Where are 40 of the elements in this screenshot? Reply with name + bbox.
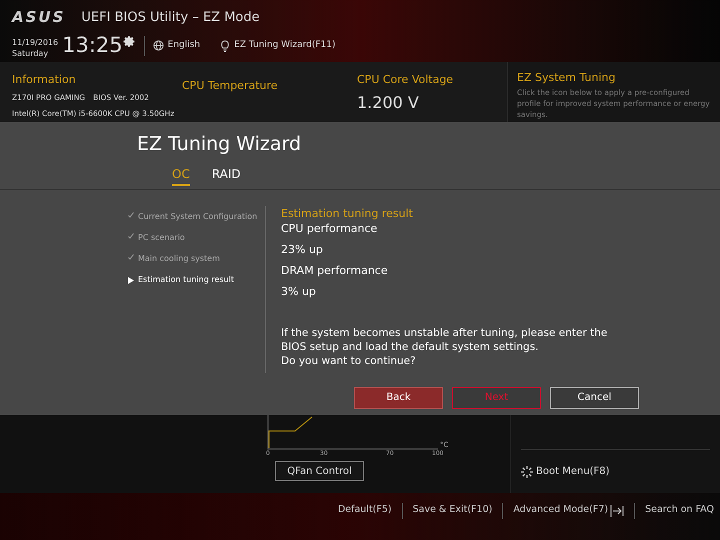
- step-label: Main cooling system: [138, 253, 220, 265]
- footer-link[interactable]: Default(F5): [338, 503, 392, 518]
- tuning-wizard-link[interactable]: EZ Tuning Wizard(F11): [234, 38, 336, 52]
- warning-text: If the system becomes unstable after tuning, please enter the: [281, 326, 608, 340]
- section-title: EZ System Tuning: [517, 70, 617, 86]
- result-text: 3% up: [281, 285, 317, 299]
- dialog-button[interactable]: Back: [354, 386, 443, 408]
- warning-text: BIOS setup and load the default system settings.: [281, 340, 540, 354]
- spinner-icon: [521, 466, 533, 478]
- result-text: 23% up: [281, 243, 324, 257]
- footer-link[interactable]: Search on FAQ: [645, 503, 714, 518]
- day-text: Saturday: [12, 48, 50, 58]
- step-label: Current System Configuration: [138, 211, 258, 223]
- result-text: DRAM performance: [281, 264, 389, 278]
- tab[interactable]: OC: [172, 164, 190, 186]
- dialog-title: EZ Tuning Wizard: [137, 132, 302, 157]
- step-label: PC scenario: [138, 232, 185, 244]
- voltage-value: 1.200 V: [357, 92, 420, 114]
- footer-link[interactable]: Advanced Mode(F7): [513, 503, 608, 518]
- warning-text: Do you want to continue?: [281, 354, 417, 368]
- clock-text: 13:25: [62, 35, 123, 56]
- brand-logo: ASUS: [12, 7, 66, 28]
- step-label: Estimation tuning result: [138, 274, 234, 286]
- exit-icon[interactable]: [610, 504, 624, 516]
- qfan-control-button[interactable]: QFan Control: [275, 461, 364, 481]
- boot-menu-link[interactable]: Boot Menu(F8): [536, 464, 610, 479]
- globe-icon[interactable]: [152, 40, 164, 51]
- settings-icon[interactable]: [122, 34, 136, 48]
- date-text: 11/19/2016: [12, 36, 58, 48]
- footer-link[interactable]: Save & Exit(F10): [412, 503, 492, 518]
- result-heading: Estimation tuning result: [281, 206, 414, 222]
- dialog-button[interactable]: Cancel: [550, 386, 639, 408]
- language-link[interactable]: English: [168, 38, 200, 52]
- lightbulb-icon[interactable]: [220, 40, 230, 52]
- tab[interactable]: RAID: [212, 164, 241, 186]
- section-title: Information: [12, 72, 77, 88]
- section-title: CPU Temperature: [182, 79, 278, 92]
- window-title: UEFI BIOS Utility – EZ Mode: [81, 8, 260, 26]
- section-title: CPU Core Voltage: [357, 72, 454, 88]
- result-text: CPU performance: [281, 222, 378, 236]
